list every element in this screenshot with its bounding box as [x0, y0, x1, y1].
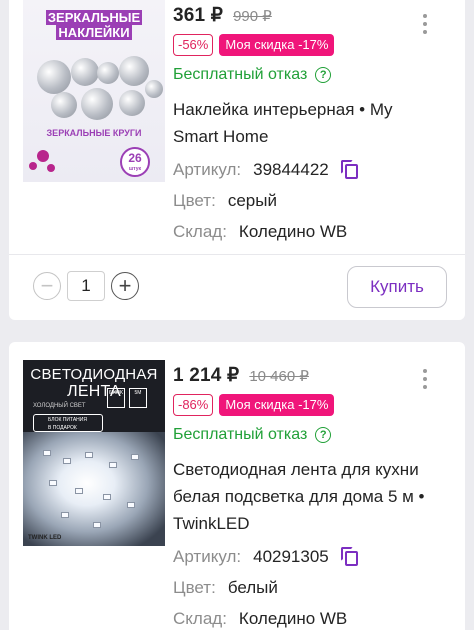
led-strip-photo — [23, 432, 165, 546]
mirror-circle — [81, 88, 113, 120]
product-image[interactable]: ЗЕРКАЛЬНЫЕ НАКЛЕЙКИ ЗЕРКАЛЬНЫЕ КРУГИ 26 … — [23, 0, 165, 182]
badges: -56% Моя скидка -17% — [173, 34, 425, 56]
decor-dot — [47, 164, 55, 172]
color-row: Цвет: серый — [173, 185, 425, 216]
free-return-label: Бесплатный отказ — [173, 66, 308, 83]
brand-logo: TWINK LED — [28, 535, 62, 541]
mirror-circle — [119, 90, 145, 116]
price-row: 361 ₽ 990 ₽ — [173, 0, 425, 32]
price: 361 ₽ — [173, 5, 224, 26]
minus-icon[interactable]: − — [33, 272, 61, 300]
price-row: 1 214 ₽ 10 460 ₽ — [173, 360, 425, 392]
quantity-field[interactable]: 1 — [67, 271, 105, 301]
article-label: Артикул: — [173, 546, 242, 566]
product-properties: Артикул: 40291305 Цвет: белый Склад: Кол… — [173, 541, 425, 630]
warehouse-label: Склад: — [173, 221, 227, 241]
copy-icon[interactable] — [340, 546, 359, 567]
spec-badge: 5М — [129, 388, 147, 408]
color-value: белый — [227, 577, 278, 597]
help-icon[interactable]: ? — [315, 427, 332, 443]
badges: -86% Моя скидка -17% — [173, 394, 425, 416]
product-card: СВЕТОДИОДНАЯ ЛЕНТА ХОЛОДНЫЙ СВЕТ 6500K 5… — [9, 342, 465, 630]
product-info: 1 214 ₽ 10 460 ₽ -86% Моя скидка -17% Бе… — [173, 360, 425, 630]
more-options-icon[interactable] — [415, 367, 435, 391]
mirror-circle — [119, 56, 149, 86]
mirror-circle — [145, 80, 163, 98]
help-icon[interactable]: ? — [315, 67, 332, 83]
price: 1 214 ₽ — [173, 365, 240, 386]
spec-badge: 6500K — [107, 388, 125, 408]
old-price: 10 460 ₽ — [249, 368, 309, 385]
article-value: 39844422 — [253, 159, 329, 179]
product-properties: Артикул: 39844422 Цвет: серый Склад: Кол… — [173, 154, 425, 247]
count-badge: 26 штук — [120, 147, 150, 177]
color-row: Цвет: белый — [173, 572, 425, 603]
gift-badge: БЛОК ПИТАНИЯ В ПОДАРОК — [33, 414, 103, 432]
article-value: 40291305 — [253, 546, 329, 566]
decor-dot — [29, 162, 37, 170]
image-subheading: ХОЛОДНЫЙ СВЕТ — [33, 403, 86, 409]
personal-sale-badge: Моя скидка -17% — [219, 394, 335, 416]
color-label: Цвет: — [173, 190, 216, 210]
product-image[interactable]: СВЕТОДИОДНАЯ ЛЕНТА ХОЛОДНЫЙ СВЕТ 6500K 5… — [23, 360, 165, 546]
discount-badge: -56% — [173, 34, 214, 56]
article-label: Артикул: — [173, 159, 242, 179]
product-card: ЗЕРКАЛЬНЫЕ НАКЛЕЙКИ ЗЕРКАЛЬНЫЕ КРУГИ 26 … — [9, 0, 465, 320]
buy-button[interactable]: Купить — [347, 266, 447, 308]
mirror-circle — [51, 92, 77, 118]
image-heading-line2: НАКЛЕЙКИ — [56, 25, 132, 40]
copy-icon[interactable] — [340, 159, 359, 180]
product-info: 361 ₽ 990 ₽ -56% Моя скидка -17% Бесплат… — [173, 0, 425, 247]
article-row: Артикул: 40291305 — [173, 541, 425, 572]
product-title[interactable]: Светодиодная лента для кухни белая подсв… — [173, 456, 425, 537]
more-options-icon[interactable] — [415, 12, 435, 36]
free-return: Бесплатный отказ ? — [173, 422, 425, 448]
image-heading-line1: СВЕТОДИОДНАЯ — [30, 366, 158, 383]
mirror-circle — [37, 60, 71, 94]
image-heading-line1: ЗЕРКАЛЬНЫЕ — [45, 10, 143, 25]
quantity-stepper: − 1 + — [33, 271, 139, 301]
mirror-circle — [71, 58, 99, 86]
warehouse-value: Коледино WB — [238, 608, 348, 628]
warehouse-row: Склад: Коледино WB — [173, 603, 425, 630]
warehouse-label: Склад: — [173, 608, 227, 628]
color-label: Цвет: — [173, 577, 216, 597]
divider — [9, 254, 465, 255]
warehouse-row: Склад: Коледино WB — [173, 216, 425, 247]
personal-sale-badge: Моя скидка -17% — [219, 34, 335, 56]
article-row: Артикул: 39844422 — [173, 154, 425, 185]
discount-badge: -86% — [173, 394, 214, 416]
image-subheading: ЗЕРКАЛЬНЫЕ КРУГИ — [46, 128, 142, 138]
product-title[interactable]: Наклейка интерьерная • My Smart Home — [173, 96, 425, 150]
color-value: серый — [227, 190, 277, 210]
plus-icon[interactable]: + — [111, 272, 139, 300]
warehouse-value: Коледино WB — [238, 221, 348, 241]
free-return: Бесплатный отказ ? — [173, 62, 425, 88]
free-return-label: Бесплатный отказ — [173, 426, 308, 443]
old-price: 990 ₽ — [233, 8, 272, 25]
decor-dot — [37, 150, 49, 162]
mirror-circle — [97, 62, 119, 84]
